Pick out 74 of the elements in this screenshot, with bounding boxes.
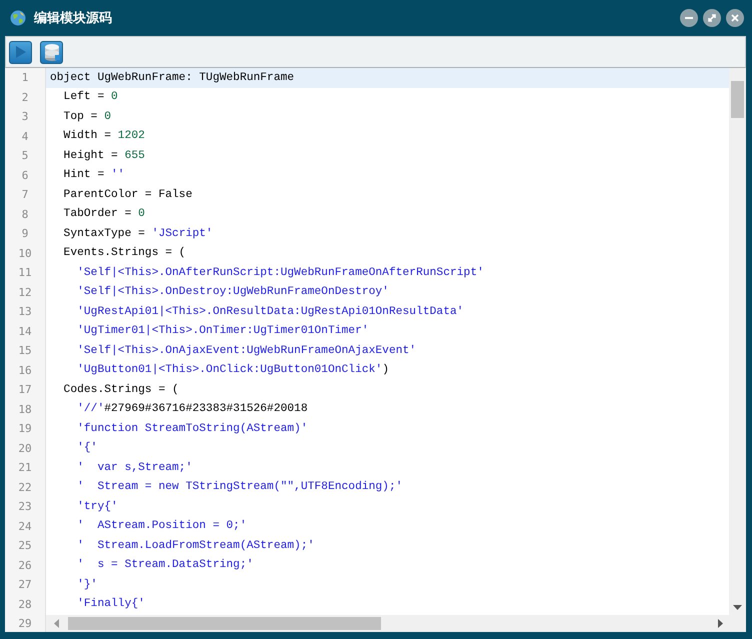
code-line: 'Self|<This>.OnAfterRunScript:UgWebRunFrameOnAfterRunScript' xyxy=(76,266,484,279)
line-number: 7 xyxy=(5,185,46,204)
line-number: 9 xyxy=(5,224,46,244)
maximize-button[interactable] xyxy=(703,9,721,27)
line-number: 26 xyxy=(5,556,46,575)
code-line: ' var s,Stream;' xyxy=(76,462,192,474)
line-number: 15 xyxy=(5,341,46,360)
code-line: ' Stream.LoadFromStream(AStream);' xyxy=(76,540,314,552)
line-number: 1 xyxy=(5,68,46,88)
code-line: ' Stream = new TStringStream("",UTF8Encoding);' xyxy=(76,481,403,494)
code-line: Width = 1202 xyxy=(62,130,145,142)
line-number: 17 xyxy=(5,380,46,400)
line-number: 23 xyxy=(5,497,46,516)
database-button[interactable] xyxy=(40,40,63,64)
play-icon xyxy=(14,45,26,59)
line-number: 2 xyxy=(5,88,46,107)
line-number: 5 xyxy=(5,146,46,166)
line-number: 8 xyxy=(5,204,46,224)
line-number: 3 xyxy=(5,107,46,126)
code-line: 'UgTimer01|<This>.OnTimer:UgTimer01OnTimer' xyxy=(76,325,369,338)
line-number: 19 xyxy=(5,419,46,438)
run-button[interactable] xyxy=(9,40,32,64)
code-line: 'function StreamToString(AStream)' xyxy=(76,422,308,435)
line-number: 25 xyxy=(5,536,46,556)
line-number: 21 xyxy=(5,458,46,478)
down-arrow-icon[interactable] xyxy=(733,605,742,610)
code-line: Top = 0 xyxy=(62,110,112,123)
scroll-thumb[interactable] xyxy=(731,81,744,118)
close-button[interactable] xyxy=(726,9,744,27)
code-line: '//'#27969#36716#23383#31526#20018 xyxy=(76,403,308,416)
scroll-thumb[interactable] xyxy=(68,617,381,630)
code-line: SyntaxType = 'JScript' xyxy=(62,228,213,240)
line-number: 29 xyxy=(5,614,46,632)
maximize-icon xyxy=(707,13,717,23)
line-number: 18 xyxy=(5,400,46,419)
code-line: TabOrder = 0 xyxy=(62,208,145,220)
code-line: Height = 655 xyxy=(62,150,145,162)
line-number: 14 xyxy=(5,322,46,341)
line-number: 24 xyxy=(5,516,46,536)
code-line: 'try{' xyxy=(76,500,118,513)
code-line: 'Self|<This>.OnAjaxEvent:UgWebRunFrameOnAjaxEvent' xyxy=(76,344,416,357)
code-line: '}' xyxy=(76,578,98,591)
line-number: 27 xyxy=(5,575,46,594)
line-number: 10 xyxy=(5,244,46,263)
line-number: 6 xyxy=(5,166,46,185)
code-line: Hint = '' xyxy=(62,169,125,182)
code-line: ' AStream.Position = 0;' xyxy=(76,520,247,532)
line-number: 11 xyxy=(5,263,46,282)
line-number: 4 xyxy=(5,126,46,146)
code-line: 'UgButton01|<This>.OnClick:UgButton01OnClick') xyxy=(76,364,389,376)
code-line: Codes.Strings = ( xyxy=(62,384,179,396)
horizontal-scrollbar[interactable] xyxy=(46,615,729,632)
code-line: object UgWebRunFrame: TUgWebRunFrame xyxy=(50,72,294,84)
code-line: Left = 0 xyxy=(62,91,118,104)
database-icon xyxy=(42,42,60,62)
minimize-button[interactable] xyxy=(680,9,698,27)
code-line: 'UgRestApi01|<This>.OnResultData:UgRestApi01OnResultData' xyxy=(76,306,464,318)
vertical-scrollbar[interactable] xyxy=(729,68,746,632)
right-arrow-icon[interactable] xyxy=(718,619,723,628)
code-line: Events.Strings = ( xyxy=(62,247,186,260)
code-line: 'Finally{' xyxy=(76,598,145,610)
line-number: 13 xyxy=(5,302,46,322)
line-number: 22 xyxy=(5,478,46,497)
code-line: ParentColor = False xyxy=(62,188,192,201)
line-number: 20 xyxy=(5,438,46,458)
code-line: '{' xyxy=(76,442,98,454)
close-icon xyxy=(730,13,740,23)
line-number: 28 xyxy=(5,594,46,614)
code-line: ' s = Stream.DataString;' xyxy=(76,559,254,572)
line-number: 16 xyxy=(5,360,46,380)
code-line: 'Self|<This>.OnDestroy:UgWebRunFrameOnDestroy' xyxy=(76,286,389,298)
line-number: 12 xyxy=(5,282,46,302)
window-title: 编辑模块源码 xyxy=(34,10,113,27)
globe-icon xyxy=(10,10,26,26)
